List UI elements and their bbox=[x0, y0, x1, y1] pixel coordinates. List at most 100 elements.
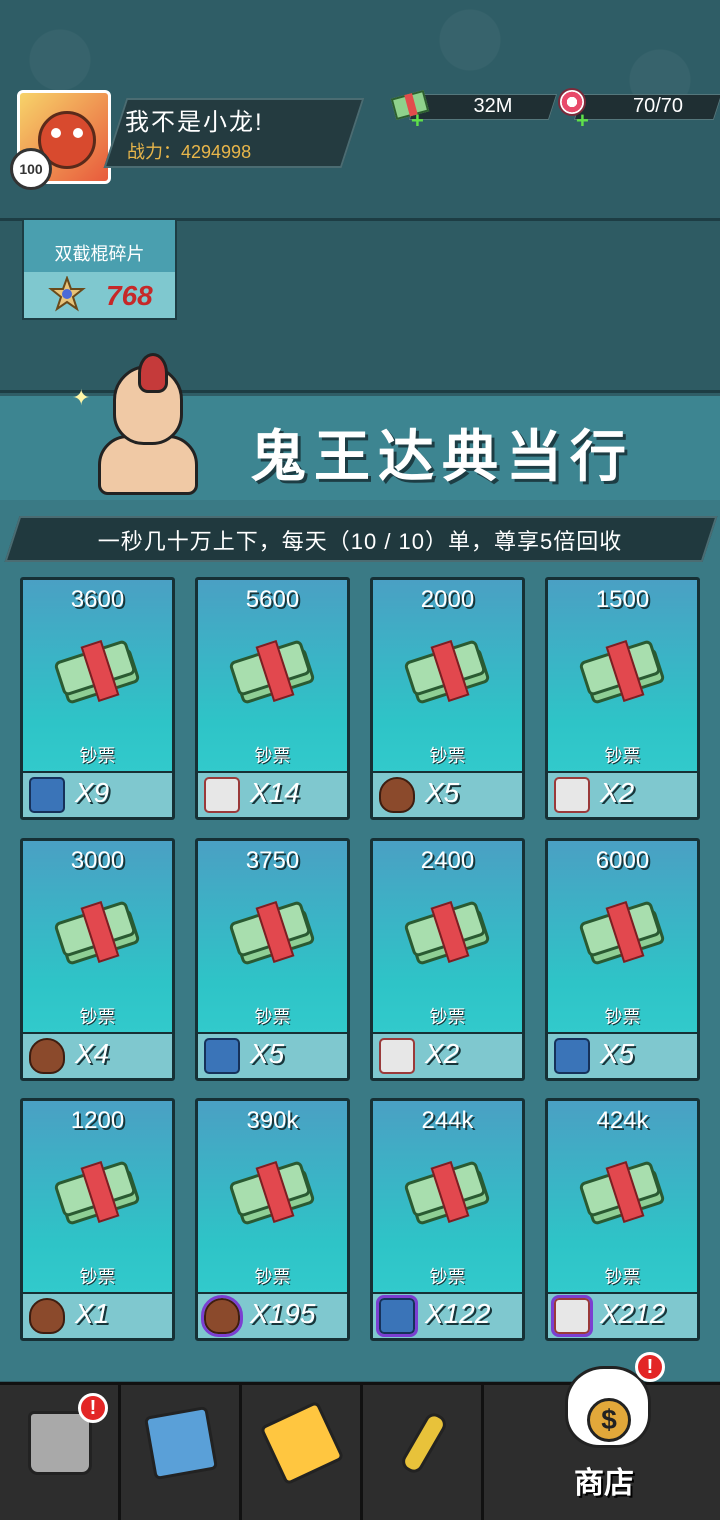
requirement-count: X5 bbox=[425, 777, 460, 808]
energy-value: 70/70 bbox=[632, 95, 684, 117]
shoe-icon bbox=[551, 1295, 593, 1337]
nav-book[interactable] bbox=[121, 1385, 242, 1520]
cash-stack-icon bbox=[228, 900, 318, 966]
card-requirement: X5 bbox=[373, 771, 522, 817]
nav-cart[interactable]: ! bbox=[0, 1385, 121, 1520]
requirement-count: X212 bbox=[600, 1298, 666, 1329]
card-price: 424k bbox=[596, 1107, 649, 1134]
fragment-count: 768 bbox=[106, 280, 153, 311]
nav-video[interactable] bbox=[242, 1385, 363, 1520]
jacket-icon bbox=[554, 1038, 590, 1074]
add-energy-icon[interactable]: + bbox=[576, 108, 589, 134]
card-item-name: 钞票 bbox=[429, 1007, 466, 1027]
card-price: 3000 bbox=[70, 847, 125, 874]
alert-badge: ! bbox=[635, 1352, 665, 1382]
trade-card[interactable]: 2000 钞票 X5 bbox=[370, 577, 525, 820]
sparkle-icon: ✦ bbox=[72, 385, 91, 410]
requirement-count: X5 bbox=[250, 1038, 285, 1069]
trade-card[interactable]: 6000 钞票 X5 bbox=[545, 838, 700, 1081]
cash-stack-icon bbox=[578, 900, 668, 966]
card-requirement: X14 bbox=[198, 771, 347, 817]
cash-stack-icon bbox=[403, 639, 493, 705]
card-item-name: 钞票 bbox=[604, 1007, 641, 1027]
fragment-card[interactable]: 双截棍碎片 768 bbox=[22, 218, 177, 320]
trade-card[interactable]: 390k 钞票 X195 bbox=[195, 1098, 350, 1341]
requirement-count: X1 bbox=[75, 1298, 110, 1329]
trade-card[interactable]: 1200 钞票 X1 bbox=[20, 1098, 175, 1341]
add-cash-icon[interactable]: + bbox=[411, 108, 424, 134]
card-price: 1200 bbox=[70, 1107, 125, 1134]
card-item-name: 钞票 bbox=[254, 746, 291, 766]
card-requirement: X4 bbox=[23, 1032, 172, 1078]
shop-title: 鬼王达典当行 bbox=[250, 425, 634, 488]
top-bar: 100 我不是小龙! 战力：4294998 + 32M + 70/70 bbox=[0, 70, 720, 190]
requirement-count: X4 bbox=[75, 1038, 110, 1069]
nav-weapon[interactable] bbox=[363, 1385, 484, 1520]
card-price: 5600 bbox=[245, 586, 300, 613]
clapperboard-icon bbox=[259, 1400, 345, 1486]
card-item-name: 钞票 bbox=[79, 1007, 116, 1027]
card-item-name: 钞票 bbox=[79, 746, 116, 766]
shop-subtitle: 一秒几十万上下，每天（10 / 10）单，尊享5倍回收 bbox=[97, 529, 623, 554]
player-name: 我不是小龙! bbox=[125, 109, 264, 136]
card-price: 244k bbox=[421, 1107, 474, 1134]
trade-card[interactable]: 3750 钞票 X5 bbox=[195, 838, 350, 1081]
medal-icon bbox=[48, 276, 86, 312]
meat-icon bbox=[379, 777, 415, 813]
cash-stack-icon bbox=[228, 639, 318, 705]
card-price: 2400 bbox=[420, 847, 475, 874]
jacket-icon bbox=[29, 777, 65, 813]
cash-stack-icon bbox=[53, 900, 143, 966]
cash-stack-icon bbox=[403, 1160, 493, 1226]
shop-nav-label[interactable]: 商店 bbox=[574, 1458, 634, 1502]
requirement-count: X122 bbox=[425, 1298, 491, 1329]
requirement-count: X14 bbox=[250, 777, 300, 808]
card-requirement: X2 bbox=[373, 1032, 522, 1078]
trade-card[interactable]: 1500 钞票 X2 bbox=[545, 577, 700, 820]
shoe-icon bbox=[204, 777, 240, 813]
nav-shop[interactable]: $ ! bbox=[565, 1352, 665, 1452]
card-item-name: 钞票 bbox=[254, 1267, 291, 1287]
card-item-name: 钞票 bbox=[79, 1267, 116, 1287]
card-requirement: X212 bbox=[548, 1292, 697, 1338]
card-item-name: 钞票 bbox=[254, 1007, 291, 1027]
requirement-count: X2 bbox=[425, 1038, 460, 1069]
cash-stack-icon bbox=[403, 900, 493, 966]
jacket-icon bbox=[376, 1295, 418, 1337]
ghost-king-character bbox=[78, 345, 238, 500]
card-item-name: 钞票 bbox=[429, 746, 466, 766]
card-requirement: X2 bbox=[548, 771, 697, 817]
meat-icon bbox=[29, 1038, 65, 1074]
meat-icon bbox=[29, 1298, 65, 1334]
shopping-cart-icon bbox=[28, 1411, 92, 1475]
card-requirement: X1 bbox=[23, 1292, 172, 1338]
player-level-badge: 100 bbox=[10, 148, 52, 190]
card-price: 3600 bbox=[70, 586, 125, 613]
coin-icon: $ bbox=[587, 1398, 631, 1442]
cash-stack-icon bbox=[578, 639, 668, 705]
card-price: 3750 bbox=[245, 847, 300, 874]
jacket-icon bbox=[204, 1038, 240, 1074]
cash-stack-icon bbox=[228, 1160, 318, 1226]
card-requirement: X195 bbox=[198, 1292, 347, 1338]
meat-icon bbox=[201, 1295, 243, 1337]
trade-card[interactable]: 244k 钞票 X122 bbox=[370, 1098, 525, 1341]
fragment-name: 双截棍碎片 bbox=[54, 244, 145, 264]
book-icon bbox=[143, 1405, 219, 1481]
card-requirement: X5 bbox=[198, 1032, 347, 1078]
trade-card[interactable]: 424k 钞票 X212 bbox=[545, 1098, 700, 1341]
cash-stack-icon bbox=[53, 639, 143, 705]
cash-value: 32M bbox=[473, 95, 513, 117]
card-item-name: 钞票 bbox=[604, 1267, 641, 1287]
card-requirement: X122 bbox=[373, 1292, 522, 1338]
requirement-count: X2 bbox=[600, 777, 635, 808]
trade-card[interactable]: 5600 钞票 X14 bbox=[195, 577, 350, 820]
card-price: 6000 bbox=[595, 847, 650, 874]
shoe-icon bbox=[554, 777, 590, 813]
trade-card[interactable]: 3600 钞票 X9 bbox=[20, 577, 175, 820]
trade-card[interactable]: 3000 钞票 X4 bbox=[20, 838, 175, 1081]
alert-badge: ! bbox=[78, 1393, 108, 1423]
trade-card[interactable]: 2400 钞票 X2 bbox=[370, 838, 525, 1081]
card-price: 390k bbox=[246, 1107, 299, 1134]
requirement-count: X5 bbox=[600, 1038, 635, 1069]
